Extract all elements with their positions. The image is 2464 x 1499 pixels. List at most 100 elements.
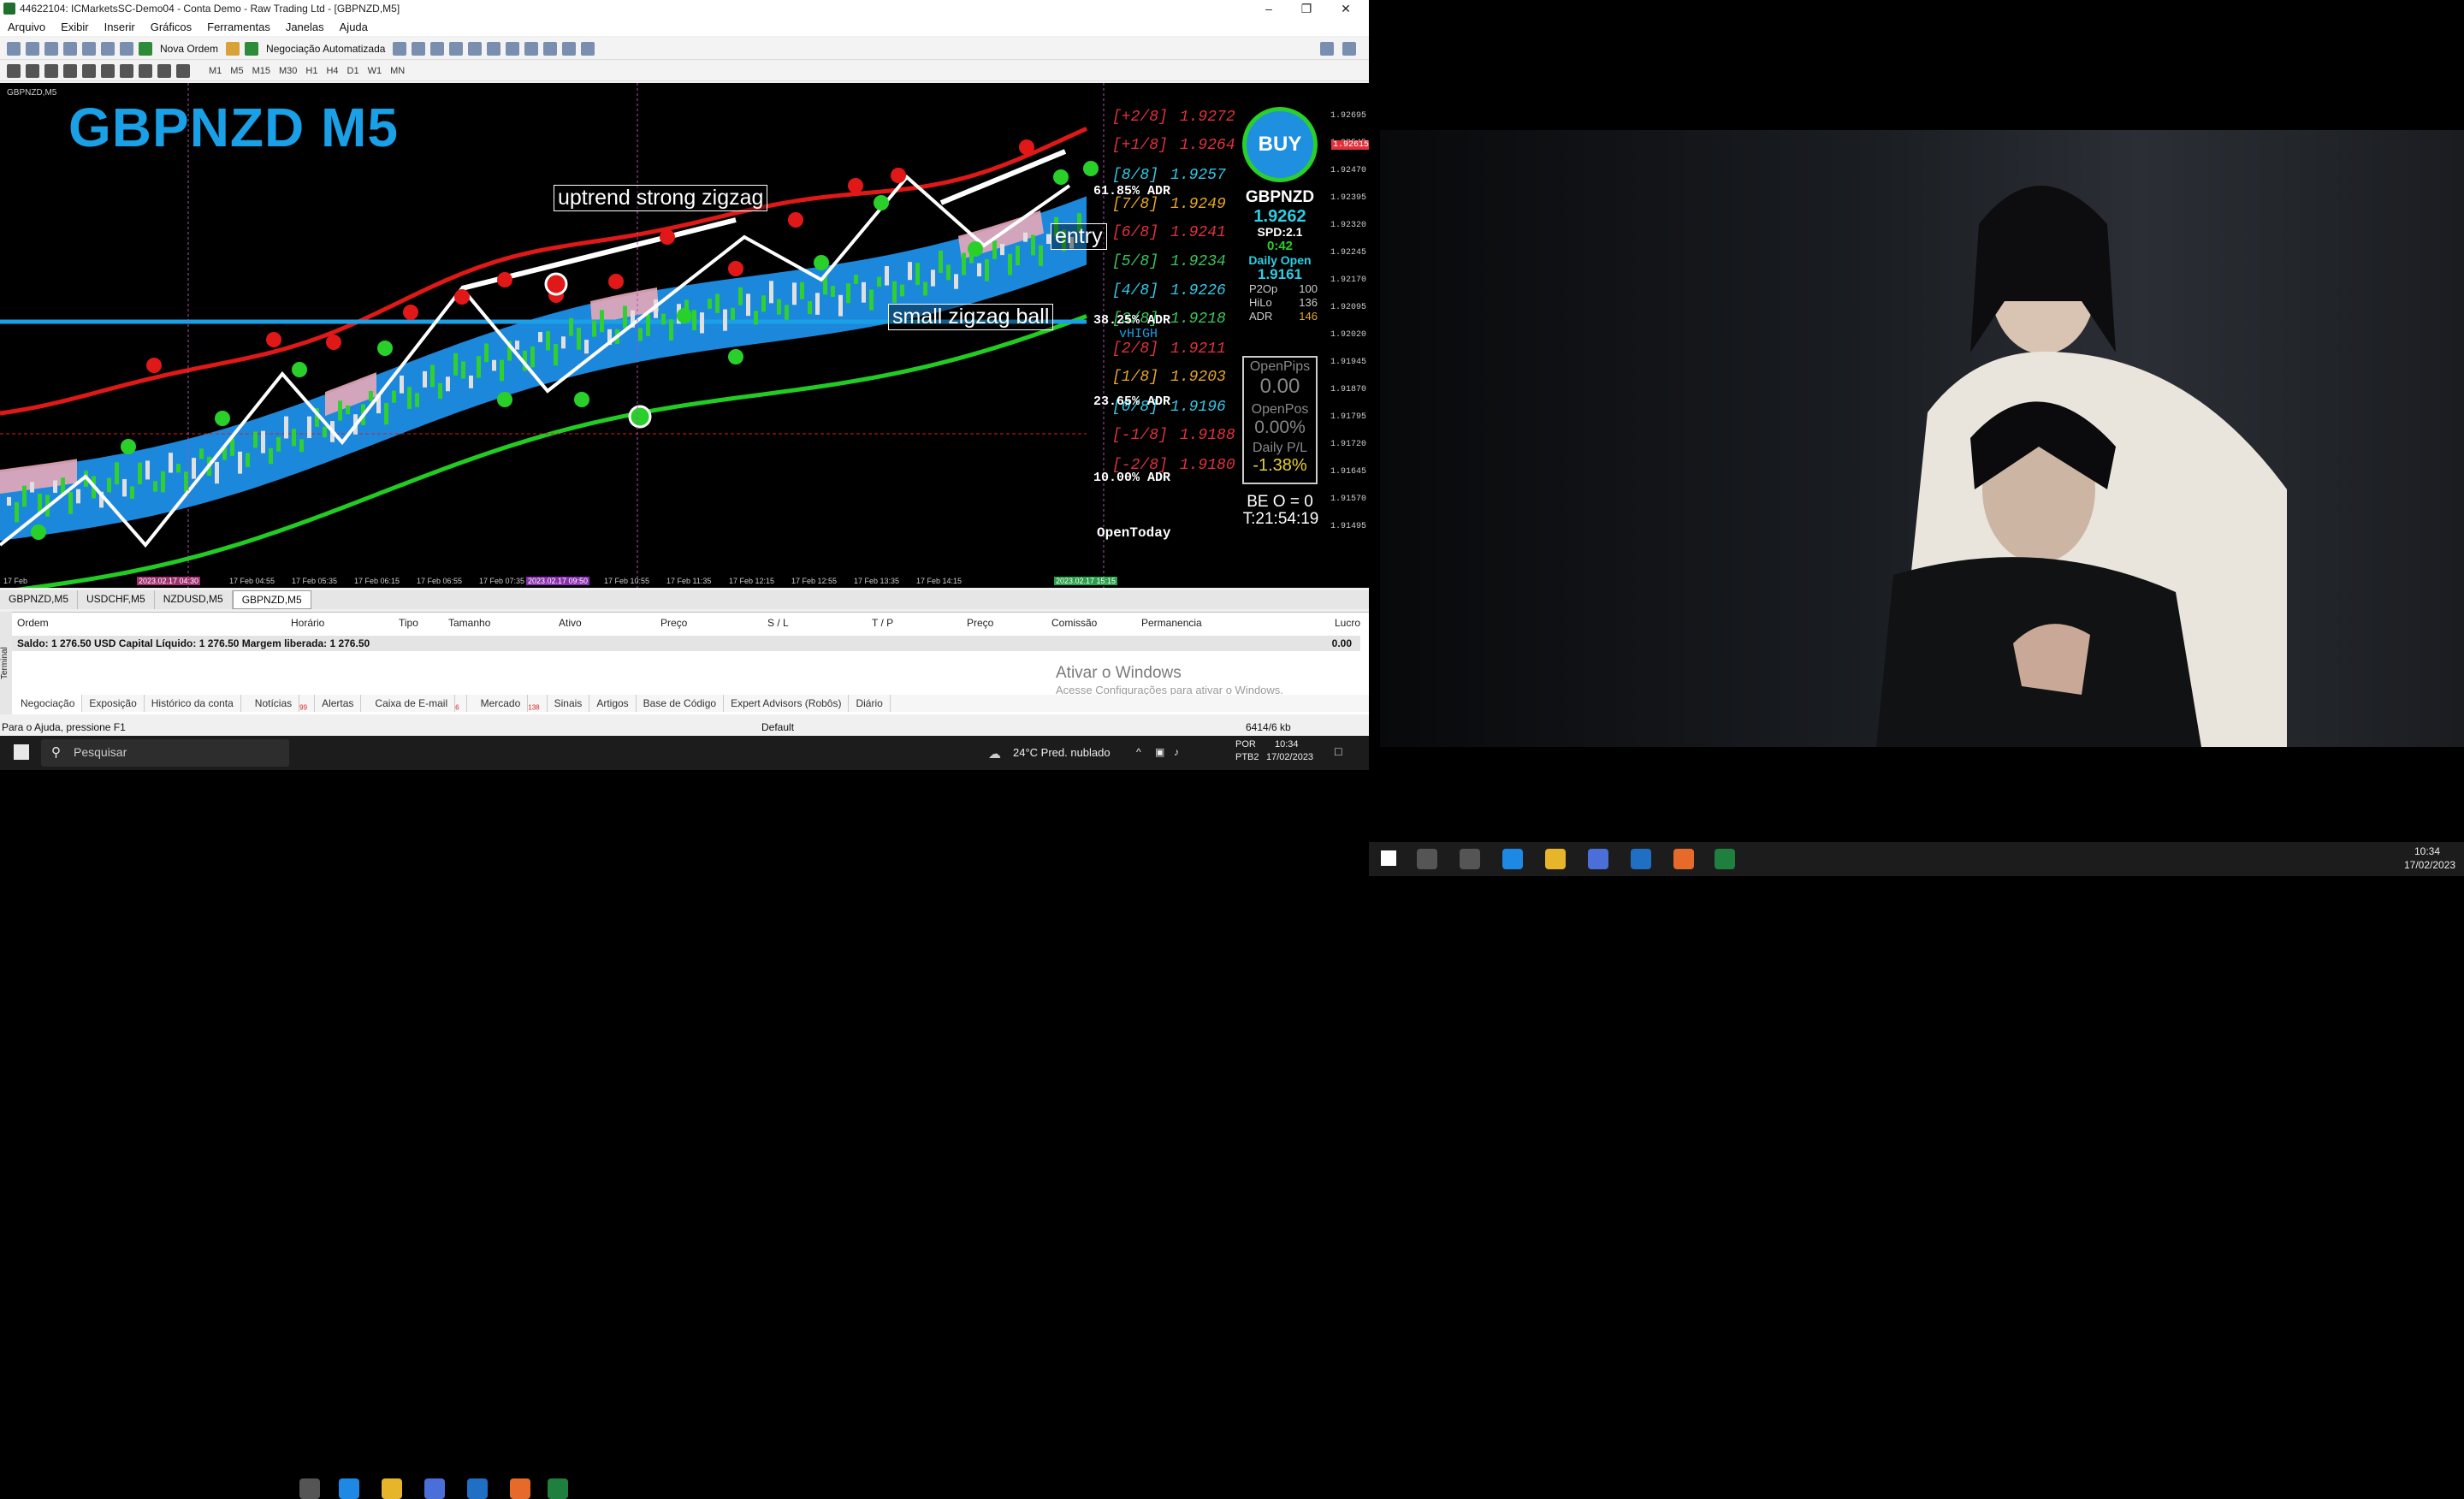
chart-tab-nzdusd[interactable]: NZDUSD,M5 <box>155 590 233 609</box>
right-taskview-icon[interactable] <box>1460 849 1480 869</box>
col-sl[interactable]: S / L <box>767 617 789 629</box>
horizontal-line-icon[interactable] <box>63 63 77 78</box>
templates-icon[interactable] <box>581 41 595 56</box>
col-comissao[interactable]: Comissão <box>1051 617 1097 629</box>
chart-tab-gbpnzd-1[interactable]: GBPNZD,M5 <box>0 590 79 609</box>
menu-janelas[interactable]: Janelas <box>278 21 332 33</box>
navigator-icon[interactable] <box>82 41 96 56</box>
tf-h1[interactable]: H1 <box>301 66 322 76</box>
chart-shift-icon[interactable] <box>524 41 539 56</box>
clock-date[interactable]: 17/02/2023 <box>1266 752 1313 762</box>
new-order-icon[interactable] <box>139 41 152 56</box>
mt4-taskbar-icon[interactable] <box>548 1478 568 1499</box>
layout-code[interactable]: PTB2 <box>1235 752 1259 762</box>
right-mt4-icon[interactable] <box>1715 849 1735 869</box>
arrows-icon[interactable] <box>176 63 190 78</box>
tf-m1[interactable]: M1 <box>204 66 226 76</box>
tf-mn[interactable]: MN <box>386 66 409 76</box>
menu-ajuda[interactable]: Ajuda <box>332 21 376 33</box>
text-icon[interactable] <box>139 63 152 78</box>
candle-chart-icon[interactable] <box>412 41 426 56</box>
tray-chevron-icon[interactable]: ^ <box>1136 746 1141 758</box>
menu-inserir[interactable]: Inserir <box>97 21 143 33</box>
tf-d1[interactable]: D1 <box>343 66 364 76</box>
restore-icon[interactable]: ❐ <box>1290 0 1323 17</box>
right-clock-date[interactable]: 17/02/2023 <box>2404 859 2455 871</box>
chat-icon[interactable] <box>1342 41 1356 56</box>
tab-negociacao[interactable]: Negociação <box>14 695 83 712</box>
col-ativo[interactable]: Ativo <box>559 617 582 629</box>
bar-chart-icon[interactable] <box>393 41 407 56</box>
new-chart-icon[interactable] <box>7 41 21 56</box>
indicators-icon[interactable] <box>543 41 558 56</box>
trendline-icon[interactable] <box>82 63 96 78</box>
tf-m30[interactable]: M30 <box>275 66 301 76</box>
crosshair-icon[interactable] <box>26 63 39 78</box>
vertical-line-icon[interactable] <box>44 63 58 78</box>
mail-icon[interactable] <box>467 1478 488 1499</box>
new-order-button[interactable]: Nova Ordem <box>155 43 223 55</box>
store-icon[interactable] <box>424 1478 445 1499</box>
notifications-icon[interactable]: □ <box>1335 744 1342 758</box>
zoom-out-icon[interactable] <box>468 41 483 56</box>
col-ordem[interactable]: Ordem <box>17 617 49 629</box>
menu-ferramentas[interactable]: Ferramentas <box>199 21 278 33</box>
col-lucro[interactable]: Lucro <box>1335 617 1360 629</box>
market-watch-icon[interactable] <box>44 41 58 56</box>
search-icon[interactable] <box>1320 41 1334 56</box>
right-store-icon[interactable] <box>1588 849 1608 869</box>
volume-icon[interactable]: ♪ <box>1174 746 1179 758</box>
tab-alertas[interactable]: Alertas <box>315 695 362 712</box>
tab-sinais[interactable]: Sinais <box>548 695 590 712</box>
menu-arquivo[interactable]: Arquivo <box>0 21 53 33</box>
clock-time[interactable]: 10:34 <box>1275 739 1299 750</box>
tab-exposicao[interactable]: Exposição <box>82 695 145 712</box>
cursor-icon[interactable] <box>7 63 21 78</box>
periods-icon[interactable] <box>562 41 577 56</box>
channel-icon[interactable] <box>101 63 115 78</box>
close-icon[interactable]: ✕ <box>1330 0 1362 17</box>
terminal-icon[interactable] <box>101 41 115 56</box>
col-preco-atual[interactable]: Preço <box>967 617 993 629</box>
metaeditor-icon[interactable] <box>226 41 240 56</box>
col-tp[interactable]: T / P <box>872 617 893 629</box>
col-tipo[interactable]: Tipo <box>399 617 418 629</box>
fibonacci-icon[interactable] <box>120 63 133 78</box>
data-window-icon[interactable] <box>63 41 77 56</box>
right-search-icon[interactable] <box>1417 849 1437 869</box>
explorer-icon[interactable] <box>382 1478 402 1499</box>
zoom-in-icon[interactable] <box>449 41 464 56</box>
col-tamanho[interactable]: Tamanho <box>448 617 490 629</box>
right-firefox-icon[interactable] <box>1673 849 1694 869</box>
lang-code[interactable]: POR <box>1235 739 1256 750</box>
tab-historico[interactable]: Histórico da conta <box>145 695 241 712</box>
right-explorer-icon[interactable] <box>1545 849 1566 869</box>
tab-mercado[interactable]: Mercado 138 <box>467 695 548 712</box>
edge-icon[interactable] <box>339 1478 359 1499</box>
menu-exibir[interactable]: Exibir <box>53 21 97 33</box>
tf-m5[interactable]: M5 <box>226 66 247 76</box>
tile-windows-icon[interactable] <box>487 41 501 56</box>
tab-expert-advisors[interactable]: Expert Advisors (Robôs) <box>724 695 850 712</box>
col-horario[interactable]: Horário <box>291 617 324 629</box>
balance-row[interactable]: Saldo: 1 276.50 USD Capital Líquido: 1 2… <box>9 636 1360 651</box>
tab-email[interactable]: Caixa de E-mail 6 <box>361 695 467 712</box>
auto-scroll-icon[interactable] <box>506 41 520 56</box>
tab-base-codigo[interactable]: Base de Código <box>637 695 725 712</box>
right-mail-icon[interactable] <box>1631 849 1651 869</box>
start-icon[interactable] <box>14 744 29 760</box>
weather-text[interactable]: 24°C Pred. nublado <box>1013 746 1111 759</box>
firefox-icon[interactable] <box>510 1478 530 1499</box>
col-permanencia[interactable]: Permanencia <box>1141 617 1202 629</box>
right-start-icon[interactable] <box>1381 850 1396 866</box>
col-preco[interactable]: Preço <box>660 617 687 629</box>
auto-trading-button[interactable]: Negociação Automatizada <box>261 43 390 55</box>
tf-w1[interactable]: W1 <box>364 66 387 76</box>
strategy-tester-icon[interactable] <box>120 41 133 56</box>
chart-tab-gbpnzd-2[interactable]: GBPNZD,M5 <box>232 590 311 609</box>
tf-h4[interactable]: H4 <box>322 66 342 76</box>
tf-m15[interactable]: M15 <box>248 66 275 76</box>
tab-diario[interactable]: Diário <box>849 695 891 712</box>
menu-graficos[interactable]: Gráficos <box>143 21 199 33</box>
right-edge-icon[interactable] <box>1502 849 1523 869</box>
